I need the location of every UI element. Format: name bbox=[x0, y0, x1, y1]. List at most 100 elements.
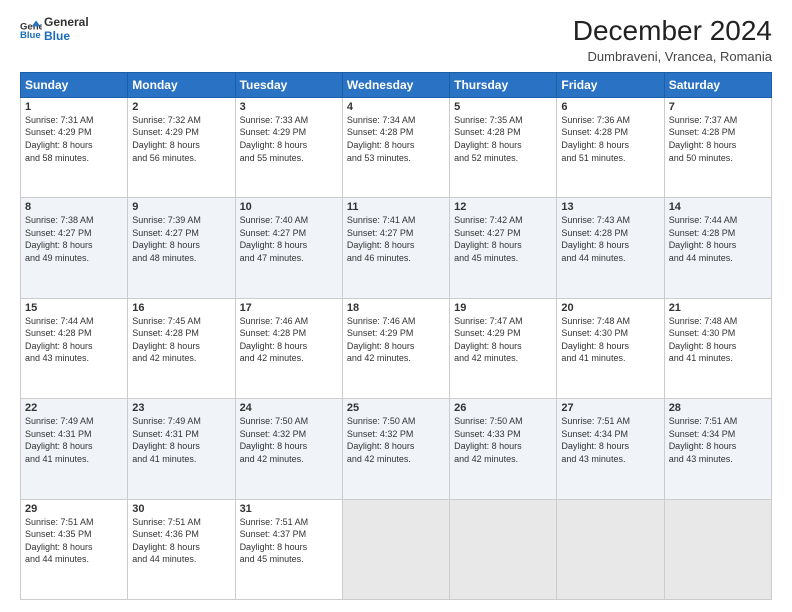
logo-icon: General Blue bbox=[20, 19, 42, 41]
calendar-cell: 13Sunrise: 7:43 AM Sunset: 4:28 PM Dayli… bbox=[557, 198, 664, 298]
calendar-cell bbox=[450, 499, 557, 599]
calendar-cell: 7Sunrise: 7:37 AM Sunset: 4:28 PM Daylig… bbox=[664, 97, 771, 197]
calendar-cell: 22Sunrise: 7:49 AM Sunset: 4:31 PM Dayli… bbox=[21, 399, 128, 499]
calendar-week-3: 15Sunrise: 7:44 AM Sunset: 4:28 PM Dayli… bbox=[21, 298, 772, 398]
calendar-cell: 4Sunrise: 7:34 AM Sunset: 4:28 PM Daylig… bbox=[342, 97, 449, 197]
calendar-cell: 21Sunrise: 7:48 AM Sunset: 4:30 PM Dayli… bbox=[664, 298, 771, 398]
day-number: 23 bbox=[132, 402, 230, 414]
calendar-week-1: 1Sunrise: 7:31 AM Sunset: 4:29 PM Daylig… bbox=[21, 97, 772, 197]
day-info: Sunrise: 7:48 AM Sunset: 4:30 PM Dayligh… bbox=[669, 315, 767, 365]
day-number: 26 bbox=[454, 402, 552, 414]
day-number: 28 bbox=[669, 402, 767, 414]
day-number: 4 bbox=[347, 101, 445, 113]
calendar-cell: 27Sunrise: 7:51 AM Sunset: 4:34 PM Dayli… bbox=[557, 399, 664, 499]
day-number: 8 bbox=[25, 201, 123, 213]
col-header-sunday: Sunday bbox=[21, 72, 128, 97]
day-info: Sunrise: 7:51 AM Sunset: 4:37 PM Dayligh… bbox=[240, 516, 338, 566]
day-number: 1 bbox=[25, 101, 123, 113]
calendar-cell: 3Sunrise: 7:33 AM Sunset: 4:29 PM Daylig… bbox=[235, 97, 342, 197]
day-number: 27 bbox=[561, 402, 659, 414]
calendar-cell: 17Sunrise: 7:46 AM Sunset: 4:28 PM Dayli… bbox=[235, 298, 342, 398]
svg-text:Blue: Blue bbox=[20, 30, 41, 41]
col-header-wednesday: Wednesday bbox=[342, 72, 449, 97]
logo: General Blue General Blue bbox=[20, 16, 89, 44]
day-number: 31 bbox=[240, 503, 338, 515]
day-info: Sunrise: 7:44 AM Sunset: 4:28 PM Dayligh… bbox=[25, 315, 123, 365]
calendar-cell: 1Sunrise: 7:31 AM Sunset: 4:29 PM Daylig… bbox=[21, 97, 128, 197]
col-header-monday: Monday bbox=[128, 72, 235, 97]
day-number: 16 bbox=[132, 302, 230, 314]
day-info: Sunrise: 7:32 AM Sunset: 4:29 PM Dayligh… bbox=[132, 114, 230, 164]
col-header-tuesday: Tuesday bbox=[235, 72, 342, 97]
calendar-cell: 5Sunrise: 7:35 AM Sunset: 4:28 PM Daylig… bbox=[450, 97, 557, 197]
calendar-cell: 18Sunrise: 7:46 AM Sunset: 4:29 PM Dayli… bbox=[342, 298, 449, 398]
calendar-cell bbox=[664, 499, 771, 599]
calendar-cell: 19Sunrise: 7:47 AM Sunset: 4:29 PM Dayli… bbox=[450, 298, 557, 398]
day-number: 20 bbox=[561, 302, 659, 314]
day-info: Sunrise: 7:51 AM Sunset: 4:36 PM Dayligh… bbox=[132, 516, 230, 566]
day-info: Sunrise: 7:35 AM Sunset: 4:28 PM Dayligh… bbox=[454, 114, 552, 164]
calendar-cell: 25Sunrise: 7:50 AM Sunset: 4:32 PM Dayli… bbox=[342, 399, 449, 499]
calendar-cell bbox=[557, 499, 664, 599]
calendar-table: SundayMondayTuesdayWednesdayThursdayFrid… bbox=[20, 72, 772, 600]
calendar-cell: 15Sunrise: 7:44 AM Sunset: 4:28 PM Dayli… bbox=[21, 298, 128, 398]
calendar-cell: 10Sunrise: 7:40 AM Sunset: 4:27 PM Dayli… bbox=[235, 198, 342, 298]
logo-text: General Blue bbox=[44, 16, 89, 44]
calendar-cell bbox=[342, 499, 449, 599]
day-number: 9 bbox=[132, 201, 230, 213]
day-info: Sunrise: 7:38 AM Sunset: 4:27 PM Dayligh… bbox=[25, 214, 123, 264]
day-number: 22 bbox=[25, 402, 123, 414]
day-number: 30 bbox=[132, 503, 230, 515]
calendar-cell: 20Sunrise: 7:48 AM Sunset: 4:30 PM Dayli… bbox=[557, 298, 664, 398]
day-info: Sunrise: 7:34 AM Sunset: 4:28 PM Dayligh… bbox=[347, 114, 445, 164]
header: General Blue General Blue December 2024 … bbox=[20, 16, 772, 64]
day-number: 3 bbox=[240, 101, 338, 113]
day-number: 12 bbox=[454, 201, 552, 213]
day-info: Sunrise: 7:42 AM Sunset: 4:27 PM Dayligh… bbox=[454, 214, 552, 264]
day-info: Sunrise: 7:51 AM Sunset: 4:34 PM Dayligh… bbox=[669, 415, 767, 465]
calendar-cell: 31Sunrise: 7:51 AM Sunset: 4:37 PM Dayli… bbox=[235, 499, 342, 599]
calendar-week-4: 22 Sunrise: 7:49 AM Sunset: 4:31 PM Dayli… bbox=[21, 399, 772, 499]
page-title: December 2024 bbox=[573, 16, 772, 47]
calendar-cell: 26Sunrise: 7:50 AM Sunset: 4:33 PM Dayli… bbox=[450, 399, 557, 499]
calendar-cell: 28Sunrise: 7:51 AM Sunset: 4:34 PM Dayli… bbox=[664, 399, 771, 499]
calendar-cell: 6Sunrise: 7:36 AM Sunset: 4:28 PM Daylig… bbox=[557, 97, 664, 197]
page: General Blue General Blue December 2024 … bbox=[0, 0, 792, 612]
day-info: Sunrise: 7:43 AM Sunset: 4:28 PM Dayligh… bbox=[561, 214, 659, 264]
calendar-cell: 2Sunrise: 7:32 AM Sunset: 4:29 PM Daylig… bbox=[128, 97, 235, 197]
day-info: Sunrise: 7:48 AM Sunset: 4:30 PM Dayligh… bbox=[561, 315, 659, 365]
day-info: Sunrise: 7:45 AM Sunset: 4:28 PM Dayligh… bbox=[132, 315, 230, 365]
day-number: 10 bbox=[240, 201, 338, 213]
day-info: Sunrise: 7:49 AM Sunset: 4:31 PM Dayligh… bbox=[132, 415, 230, 465]
day-info: Sunrise: 7:50 AM Sunset: 4:33 PM Dayligh… bbox=[454, 415, 552, 465]
day-info: Sunrise: 7:41 AM Sunset: 4:27 PM Dayligh… bbox=[347, 214, 445, 264]
day-number: 29 bbox=[25, 503, 123, 515]
day-number: 21 bbox=[669, 302, 767, 314]
day-number: 7 bbox=[669, 101, 767, 113]
calendar-cell: 23Sunrise: 7:49 AM Sunset: 4:31 PM Dayli… bbox=[128, 399, 235, 499]
calendar-week-5: 29Sunrise: 7:51 AM Sunset: 4:35 PM Dayli… bbox=[21, 499, 772, 599]
day-number: 24 bbox=[240, 402, 338, 414]
calendar-cell: 29Sunrise: 7:51 AM Sunset: 4:35 PM Dayli… bbox=[21, 499, 128, 599]
day-number: 19 bbox=[454, 302, 552, 314]
day-number: 17 bbox=[240, 302, 338, 314]
calendar-cell: 30Sunrise: 7:51 AM Sunset: 4:36 PM Dayli… bbox=[128, 499, 235, 599]
day-info: Sunrise: 7:51 AM Sunset: 4:34 PM Dayligh… bbox=[561, 415, 659, 465]
day-info: Sunrise: 7:33 AM Sunset: 4:29 PM Dayligh… bbox=[240, 114, 338, 164]
page-subtitle: Dumbraveni, Vrancea, Romania bbox=[573, 49, 772, 64]
calendar-cell: 9Sunrise: 7:39 AM Sunset: 4:27 PM Daylig… bbox=[128, 198, 235, 298]
day-info: Sunrise: 7:50 AM Sunset: 4:32 PM Dayligh… bbox=[240, 415, 338, 465]
calendar-cell: 14Sunrise: 7:44 AM Sunset: 4:28 PM Dayli… bbox=[664, 198, 771, 298]
calendar-cell: 24Sunrise: 7:50 AM Sunset: 4:32 PM Dayli… bbox=[235, 399, 342, 499]
calendar-cell: 12Sunrise: 7:42 AM Sunset: 4:27 PM Dayli… bbox=[450, 198, 557, 298]
day-number: 13 bbox=[561, 201, 659, 213]
day-info: Sunrise: 7:40 AM Sunset: 4:27 PM Dayligh… bbox=[240, 214, 338, 264]
calendar-cell: 16Sunrise: 7:45 AM Sunset: 4:28 PM Dayli… bbox=[128, 298, 235, 398]
col-header-thursday: Thursday bbox=[450, 72, 557, 97]
day-info: Sunrise: 7:37 AM Sunset: 4:28 PM Dayligh… bbox=[669, 114, 767, 164]
day-number: 6 bbox=[561, 101, 659, 113]
calendar-cell: 11Sunrise: 7:41 AM Sunset: 4:27 PM Dayli… bbox=[342, 198, 449, 298]
day-info: Sunrise: 7:44 AM Sunset: 4:28 PM Dayligh… bbox=[669, 214, 767, 264]
day-number: 15 bbox=[25, 302, 123, 314]
day-number: 18 bbox=[347, 302, 445, 314]
